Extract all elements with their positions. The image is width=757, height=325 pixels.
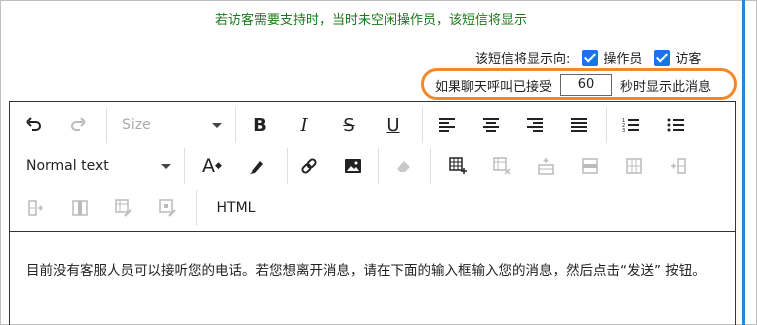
highlighter-icon[interactable]	[243, 148, 271, 184]
operator-checkbox-label: 操作员	[603, 52, 643, 67]
operator-checkbox-wrap[interactable]: 操作员	[582, 48, 642, 67]
svg-text:3: 3	[622, 128, 625, 133]
notice-text: 若访客需要支持时，当时未空闲操作员，该短信将显示	[214, 13, 527, 28]
font-color-label: A	[202, 155, 216, 177]
font-size-placeholder: Size	[122, 117, 151, 133]
accept-prefix: 如果聊天呼叫已接受	[435, 79, 553, 95]
toolbar-separator	[606, 107, 607, 143]
toolbar-separator	[378, 148, 379, 184]
visitor-checkbox[interactable]	[654, 49, 671, 66]
operator-checkbox[interactable]	[582, 49, 599, 66]
align-left-icon[interactable]	[433, 107, 461, 143]
insert-column-left-icon[interactable]	[22, 190, 50, 226]
toolbar-separator	[235, 107, 236, 143]
chevron-down-icon	[212, 123, 222, 128]
align-right-icon[interactable]	[521, 107, 549, 143]
toolbar-separator	[184, 148, 185, 184]
underline-icon[interactable]: U	[379, 107, 407, 143]
cell-properties-icon[interactable]	[154, 190, 182, 226]
font-size-dropdown[interactable]: Size	[122, 107, 232, 143]
display-to-row: 该短信将显示向: 操作员 访客	[475, 48, 701, 67]
scrollbar[interactable]	[742, 0, 745, 325]
link-icon[interactable]	[295, 148, 323, 184]
font-color-icon[interactable]: A ◆	[198, 148, 226, 184]
align-justify-icon[interactable]	[565, 107, 593, 143]
html-button[interactable]: HTML	[210, 190, 262, 226]
editor-content[interactable]: 目前没有客服人员可以接听您的电话。若您想离开消息，请在下面的输入框输入您的消息，…	[26, 260, 716, 283]
accept-suffix: 秒时显示此消息	[620, 79, 712, 95]
display-to-label: 该短信将显示向:	[475, 52, 571, 67]
editor-toolbar: Size B I S U 123 Normal text A ◆ HTML	[10, 102, 735, 232]
delete-table-icon[interactable]	[488, 148, 516, 184]
toolbar-separator	[196, 190, 197, 226]
undo-icon[interactable]	[20, 107, 48, 143]
drop-icon: ◆	[215, 161, 222, 171]
paragraph-format-dropdown[interactable]: Normal text	[26, 148, 171, 184]
ordered-list-icon[interactable]: 123	[617, 107, 645, 143]
delete-column-icon[interactable]	[66, 190, 94, 226]
toolbar-separator	[106, 107, 107, 143]
table-properties-icon[interactable]	[110, 190, 138, 226]
toolbar-separator	[422, 107, 423, 143]
accept-row: 如果聊天呼叫已接受 60 秒时显示此消息	[435, 74, 711, 96]
insert-table-icon[interactable]	[444, 148, 472, 184]
toolbar-separator	[430, 148, 431, 184]
unordered-list-icon[interactable]	[662, 107, 690, 143]
image-icon[interactable]	[339, 148, 367, 184]
visitor-checkbox-wrap[interactable]: 访客	[654, 48, 701, 67]
insert-row-above-icon[interactable]	[532, 148, 560, 184]
bold-icon[interactable]: B	[246, 107, 274, 143]
eraser-icon[interactable]	[390, 148, 418, 184]
strikethrough-icon[interactable]: S	[335, 107, 363, 143]
chevron-down-icon	[161, 164, 171, 169]
rich-text-editor: Size B I S U 123 Normal text A ◆ HTML 目前…	[9, 101, 736, 325]
toolbar-separator	[287, 148, 288, 184]
delete-row-icon[interactable]	[576, 148, 604, 184]
redo-icon[interactable]	[64, 107, 92, 143]
paragraph-format-value: Normal text	[26, 158, 109, 174]
visitor-checkbox-label: 访客	[675, 52, 702, 67]
italic-icon[interactable]: I	[290, 107, 318, 143]
align-center-icon[interactable]	[477, 107, 505, 143]
merge-cells-icon[interactable]	[620, 148, 648, 184]
seconds-input[interactable]: 60	[560, 74, 613, 96]
insert-column-icon[interactable]	[664, 148, 692, 184]
